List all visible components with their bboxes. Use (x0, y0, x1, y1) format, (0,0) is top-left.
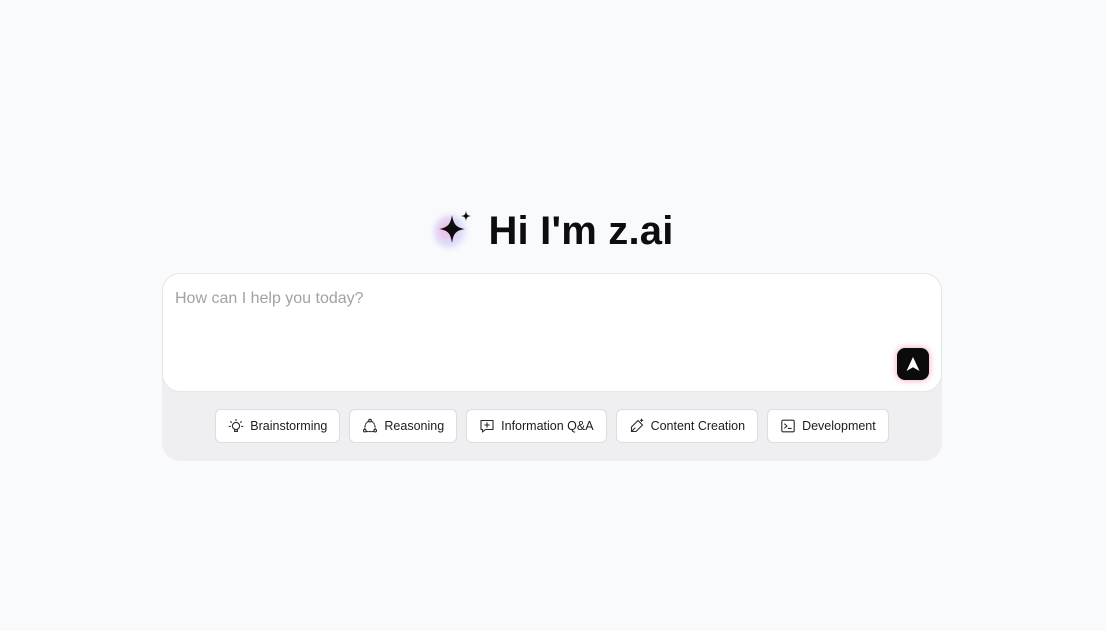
chip-label: Content Creation (650, 419, 746, 433)
terminal-icon (781, 419, 795, 433)
chip-brainstorming[interactable]: Brainstorming (215, 409, 341, 443)
page-title: Hi I'm z.ai (488, 209, 674, 253)
chip-development[interactable]: Development (767, 409, 889, 443)
page: Hi I'm z.ai Brainstorming (0, 0, 1106, 631)
suggestion-chips: Brainstorming Reasoning Information Q&A … (162, 409, 942, 443)
send-arrow-icon (906, 357, 920, 371)
chip-label: Information Q&A (501, 419, 594, 433)
chip-label: Reasoning (384, 419, 445, 433)
reasoning-cycle-icon (363, 418, 378, 433)
send-button[interactable] (897, 348, 929, 380)
chip-label: Development (802, 419, 876, 433)
chip-reasoning[interactable]: Reasoning (349, 409, 458, 443)
chip-label: Brainstorming (250, 419, 328, 433)
chip-information-qa[interactable]: Information Q&A (466, 409, 607, 443)
hero-header: Hi I'm z.ai (0, 205, 1106, 257)
chat-plus-icon (480, 419, 494, 433)
composer: Brainstorming Reasoning Informat (162, 273, 942, 461)
sparkle-icon (432, 209, 476, 253)
prompt-box[interactable] (162, 273, 942, 392)
prompt-input[interactable] (175, 288, 875, 310)
pen-spark-icon (630, 418, 643, 433)
lightbulb-icon (228, 418, 244, 432)
chip-content-creation[interactable]: Content Creation (615, 409, 759, 443)
